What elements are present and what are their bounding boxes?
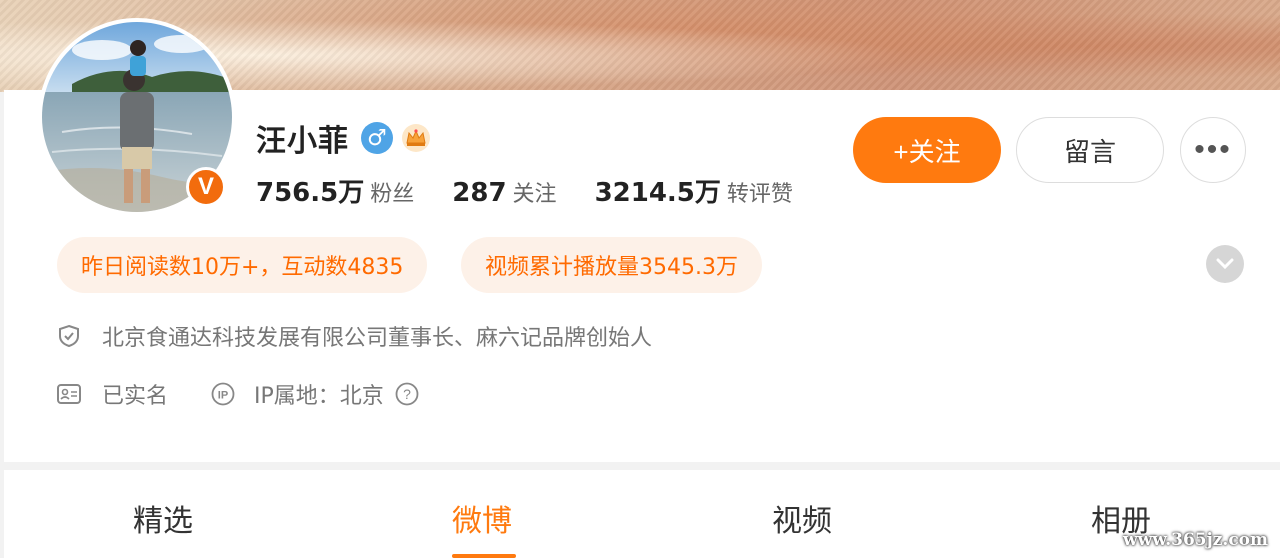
stat-label: 关注 (512, 182, 557, 207)
message-button[interactable]: 留言 (1016, 117, 1164, 183)
verified-badge-icon: V (186, 167, 226, 207)
stat-label: 转评赞 (726, 182, 793, 207)
watermark: www.365jz.com (1123, 530, 1268, 550)
expand-chevron-icon[interactable] (1206, 245, 1244, 283)
identity-row: 已实名 IP IP属地：北京 ? (56, 378, 420, 410)
more-options-button[interactable]: ••• (1180, 117, 1246, 183)
tab-weibo[interactable]: 微博 (452, 496, 512, 540)
profile-tabs: 精选 微博 视频 相册 (4, 470, 1280, 558)
active-tab-indicator (452, 554, 516, 558)
stat-value: 3214.5万 (594, 178, 721, 208)
follow-button[interactable]: +关注 (853, 117, 1001, 183)
male-gender-icon: ♂ (361, 122, 393, 154)
video-stats-badge[interactable]: 视频累计播放量3545.3万 (461, 237, 762, 293)
stat-following[interactable]: 287 关注 (452, 176, 556, 208)
stat-value: 756.5万 (256, 178, 365, 208)
svg-text:IP: IP (218, 390, 228, 402)
ip-icon: IP (210, 381, 236, 407)
stats-row: 756.5万 粉丝 287 关注 3214.5万 转评赞 (256, 172, 831, 212)
shield-check-icon (56, 323, 82, 349)
profile-name: 汪小菲 (256, 124, 349, 159)
id-card-icon (56, 381, 82, 407)
svg-text:?: ? (403, 386, 411, 402)
bio-row: 北京食通达科技发展有限公司董事长、麻六记品牌创始人 (56, 320, 652, 352)
verified-text: 已实名 (102, 384, 169, 409)
name-row: 汪小菲 ♂ (256, 118, 431, 159)
tab-video[interactable]: 视频 (772, 496, 832, 540)
crown-icon[interactable] (401, 123, 431, 153)
stat-label: 粉丝 (370, 182, 415, 207)
stat-interactions[interactable]: 3214.5万 转评赞 (595, 172, 793, 209)
stat-value: 287 (452, 178, 507, 208)
read-stats-badge[interactable]: 昨日阅读数10万+，互动数4835 (57, 237, 428, 293)
help-icon[interactable]: ? (394, 381, 420, 407)
stat-fans[interactable]: 756.5万 粉丝 (256, 172, 414, 209)
ip-location-text: IP属地：北京 (254, 384, 384, 409)
bio-text: 北京食通达科技发展有限公司董事长、麻六记品牌创始人 (102, 326, 653, 351)
tab-featured[interactable]: 精选 (133, 496, 193, 540)
